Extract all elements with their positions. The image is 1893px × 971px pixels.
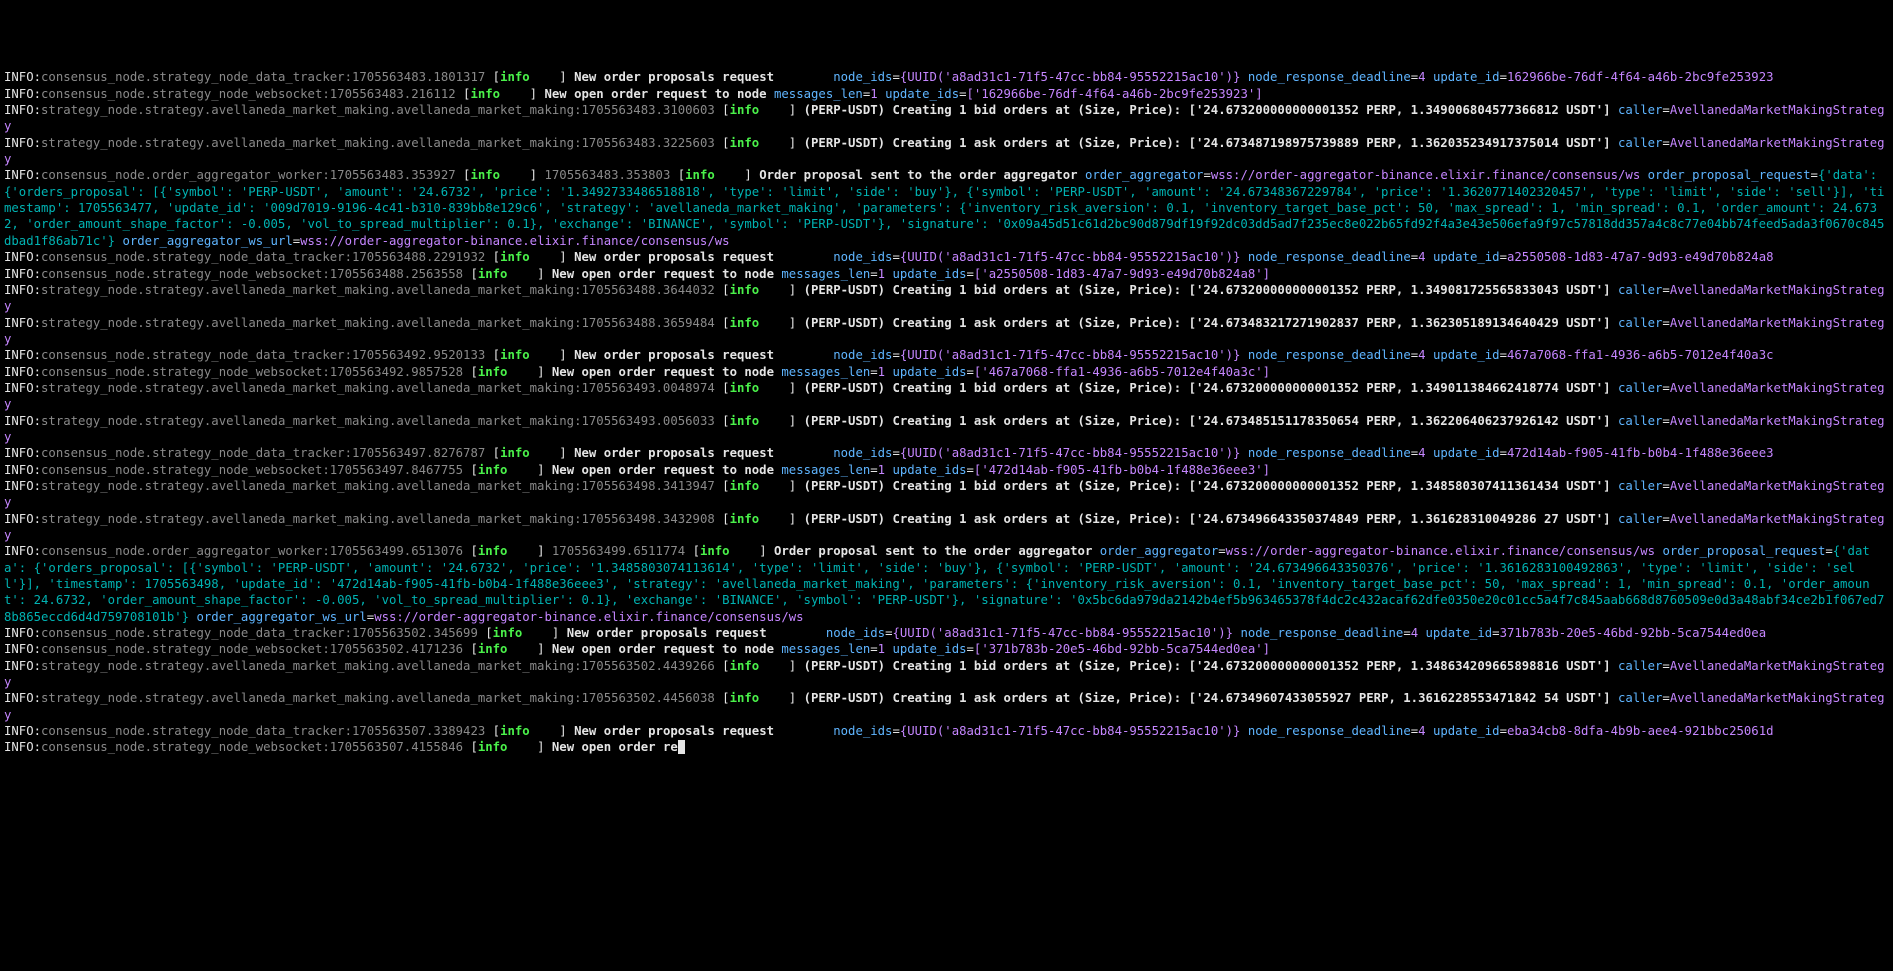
log-line: INFO:consensus_node.strategy_node_websoc…	[4, 364, 1889, 380]
log-line: INFO:consensus_node.strategy_node_websoc…	[4, 266, 1889, 282]
log-line: INFO:strategy_node.strategy.avellaneda_m…	[4, 380, 1889, 413]
log-line: INFO:strategy_node.strategy.avellaneda_m…	[4, 102, 1889, 135]
log-line: INFO:consensus_node.strategy_node_websoc…	[4, 86, 1889, 102]
log-line: INFO:strategy_node.strategy.avellaneda_m…	[4, 135, 1889, 168]
log-line: INFO:strategy_node.strategy.avellaneda_m…	[4, 282, 1889, 315]
log-line: INFO:consensus_node.strategy_node_data_t…	[4, 347, 1889, 363]
text-cursor	[678, 740, 685, 754]
log-line: INFO:consensus_node.strategy_node_websoc…	[4, 641, 1889, 657]
log-line: INFO:strategy_node.strategy.avellaneda_m…	[4, 658, 1889, 691]
log-line: INFO:consensus_node.order_aggregator_wor…	[4, 543, 1889, 625]
log-line: INFO:consensus_node.strategy_node_data_t…	[4, 249, 1889, 265]
log-line: INFO:strategy_node.strategy.avellaneda_m…	[4, 413, 1889, 446]
log-output: INFO:consensus_node.strategy_node_data_t…	[4, 69, 1889, 755]
log-line: INFO:strategy_node.strategy.avellaneda_m…	[4, 315, 1889, 348]
log-line: INFO:consensus_node.strategy_node_websoc…	[4, 739, 1889, 755]
log-line: INFO:consensus_node.strategy_node_data_t…	[4, 69, 1889, 85]
log-line: INFO:consensus_node.order_aggregator_wor…	[4, 167, 1889, 249]
log-line: INFO:consensus_node.strategy_node_data_t…	[4, 723, 1889, 739]
log-line: INFO:strategy_node.strategy.avellaneda_m…	[4, 690, 1889, 723]
log-line: INFO:strategy_node.strategy.avellaneda_m…	[4, 478, 1889, 511]
log-line: INFO:strategy_node.strategy.avellaneda_m…	[4, 511, 1889, 544]
log-line: INFO:consensus_node.strategy_node_data_t…	[4, 445, 1889, 461]
log-line: INFO:consensus_node.strategy_node_websoc…	[4, 462, 1889, 478]
log-line: INFO:consensus_node.strategy_node_data_t…	[4, 625, 1889, 641]
